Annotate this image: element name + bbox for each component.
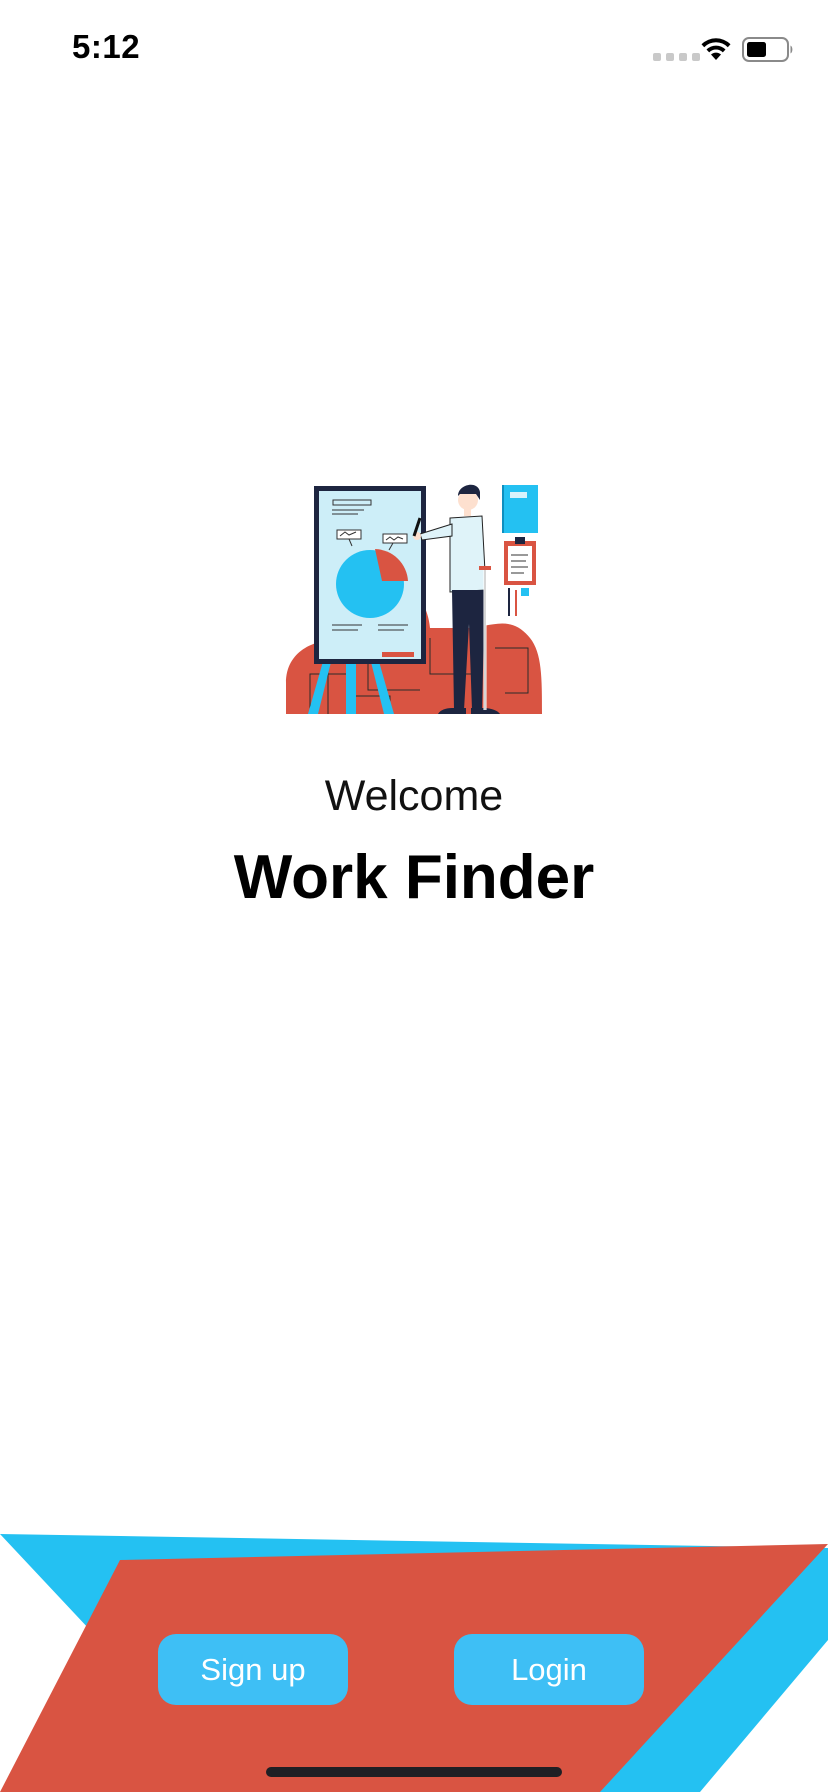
status-bar: 5:12 [0,0,828,100]
battery-icon [742,37,793,62]
home-indicator[interactable] [266,1767,562,1777]
presentation-illustration [286,484,542,714]
bottom-decoration [0,1534,828,1792]
welcome-text: Welcome [324,772,504,820]
login-button[interactable]: Login [454,1634,644,1705]
status-time: 5:12 [72,28,141,65]
cellular-signal-icon [653,53,700,61]
signup-button[interactable]: Sign up [158,1634,348,1705]
app-title: Work Finder [233,843,595,912]
wifi-icon [701,38,731,60]
